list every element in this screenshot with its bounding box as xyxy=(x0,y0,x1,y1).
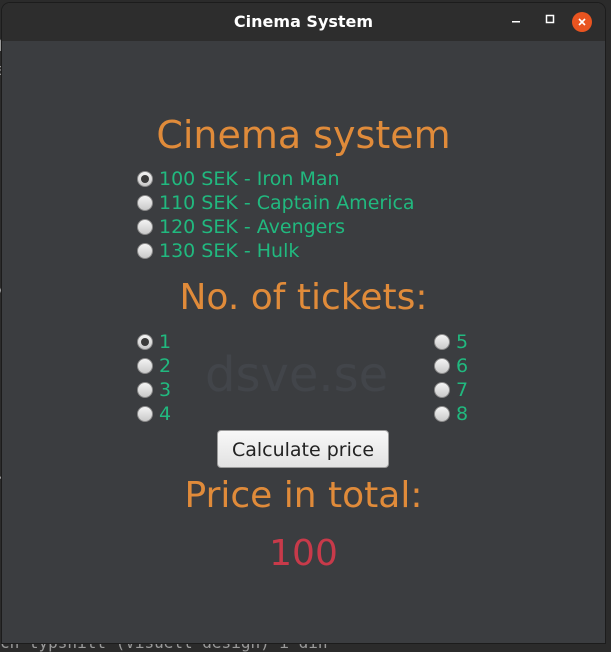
ticket-option-label: 2 xyxy=(159,355,172,377)
radio-icon[interactable] xyxy=(137,382,153,398)
radio-icon[interactable] xyxy=(434,382,450,398)
movie-option-label: 110 SEK - Captain America xyxy=(159,192,415,214)
movie-option-avengers[interactable]: 120 SEK - Avengers xyxy=(137,216,345,238)
movie-option-label: 100 SEK - Iron Man xyxy=(159,168,340,190)
radio-icon[interactable] xyxy=(434,406,450,422)
radio-icon[interactable] xyxy=(137,406,153,422)
total-heading: Price in total: xyxy=(184,475,423,516)
ticket-option-8[interactable]: 8 xyxy=(434,403,468,425)
radio-icon[interactable] xyxy=(137,358,153,374)
calculate-price-button[interactable]: Calculate price xyxy=(217,430,389,468)
minimize-icon[interactable] xyxy=(506,12,526,32)
ticket-option-6[interactable]: 6 xyxy=(434,355,468,377)
close-icon[interactable] xyxy=(572,12,592,32)
app-content: dsve.se Cinema system 100 SEK - Iron Man… xyxy=(2,41,605,643)
titlebar[interactable]: Cinema System xyxy=(2,3,605,41)
maximize-icon[interactable] xyxy=(540,12,560,32)
ticket-option-4[interactable]: 4 xyxy=(137,403,171,425)
ticket-option-5[interactable]: 5 xyxy=(434,331,468,353)
radio-icon[interactable] xyxy=(137,243,153,259)
app-title: Cinema system xyxy=(156,113,451,157)
movie-option-label: 130 SEK - Hulk xyxy=(159,240,300,262)
ticket-option-label: 5 xyxy=(456,331,469,353)
radio-selected-icon[interactable] xyxy=(137,171,153,187)
movie-option-iron-man[interactable]: 100 SEK - Iron Man xyxy=(137,168,340,190)
radio-icon[interactable] xyxy=(137,195,153,211)
tickets-heading: No. of tickets: xyxy=(179,277,428,318)
movie-option-label: 120 SEK - Avengers xyxy=(159,216,346,238)
movie-option-captain-america[interactable]: 110 SEK - Captain America xyxy=(137,192,415,214)
movie-option-hulk[interactable]: 130 SEK - Hulk xyxy=(137,240,299,262)
ticket-option-7[interactable]: 7 xyxy=(434,379,468,401)
ticket-option-label: 6 xyxy=(456,355,469,377)
cinema-window: Cinema System dsve.se Cinema system 100 … xyxy=(2,3,605,643)
ticket-option-label: 4 xyxy=(159,403,172,425)
ticket-option-label: 3 xyxy=(159,379,172,401)
ticket-option-label: 8 xyxy=(456,403,469,425)
radio-icon[interactable] xyxy=(434,334,450,350)
radio-selected-icon[interactable] xyxy=(137,334,153,350)
radio-icon[interactable] xyxy=(434,358,450,374)
ticket-option-1[interactable]: 1 xyxy=(137,331,171,353)
watermark: dsve.se xyxy=(205,347,389,403)
ticket-option-3[interactable]: 3 xyxy=(137,379,171,401)
total-price-value: 100 xyxy=(269,533,338,574)
ticket-option-label: 7 xyxy=(456,379,469,401)
ticket-option-2[interactable]: 2 xyxy=(137,355,171,377)
ticket-option-label: 1 xyxy=(159,331,172,353)
radio-icon[interactable] xyxy=(137,219,153,235)
